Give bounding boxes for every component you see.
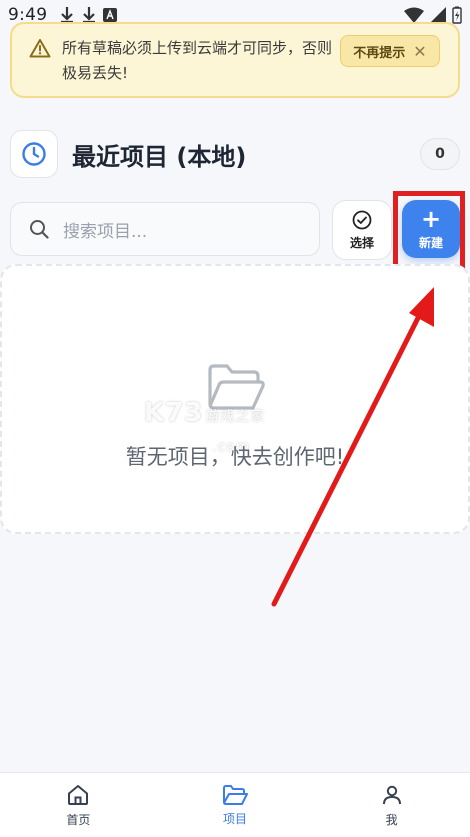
font-app-icon: [103, 8, 118, 22]
dismiss-label: 不再提示: [353, 45, 406, 61]
wifi-icon: [404, 7, 424, 23]
sync-warning-banner: 所有草稿必须上传到云端才可同步，否则极易丢失! 不再提示 ✕: [10, 22, 460, 98]
nav-item-home[interactable]: 首页: [0, 773, 157, 837]
dont-show-again-button[interactable]: 不再提示 ✕: [340, 35, 440, 67]
close-icon: ✕: [413, 41, 427, 61]
watermark-main: K73: [144, 398, 204, 428]
watermark-sub: 游戏之家: [205, 409, 266, 425]
empty-state-card: K73 游戏之家 .com 暂无项目，快去创作吧!: [0, 264, 470, 534]
battery-charging-icon: [452, 6, 462, 24]
highlight-box: [393, 191, 465, 274]
page-title: 最近项目 (本地): [72, 143, 247, 171]
nav-item-me[interactable]: 我: [313, 773, 470, 837]
folder-icon: [223, 784, 248, 805]
search-input[interactable]: 搜索项目...: [10, 202, 320, 256]
warning-message: 所有草稿必须上传到云端才可同步，否则极易丢失!: [62, 39, 333, 82]
search-icon: [30, 220, 49, 239]
empty-state-text: 暂无项目，快去创作吧!: [125, 445, 345, 469]
clock-badge: [10, 130, 58, 178]
nav-label-me: 我: [385, 812, 398, 827]
home-icon: [68, 784, 89, 805]
recent-projects-header: 最近项目 (本地) 0: [10, 130, 460, 178]
clock-icon: [22, 142, 46, 166]
select-button[interactable]: 选择: [332, 200, 392, 260]
bottom-nav: 首页 项目 我: [0, 772, 470, 837]
select-label: 选择: [349, 235, 374, 250]
nav-item-projects[interactable]: 项目: [157, 773, 314, 837]
signal-icon: [430, 7, 446, 23]
nav-label-home: 首页: [66, 812, 91, 827]
search-placeholder: 搜索项目...: [63, 221, 148, 242]
nav-label-projects: 项目: [223, 811, 248, 826]
project-count-badge: 0: [420, 138, 460, 170]
check-circle-icon: [352, 210, 372, 229]
warning-icon: [29, 39, 51, 58]
user-icon: [382, 785, 401, 804]
